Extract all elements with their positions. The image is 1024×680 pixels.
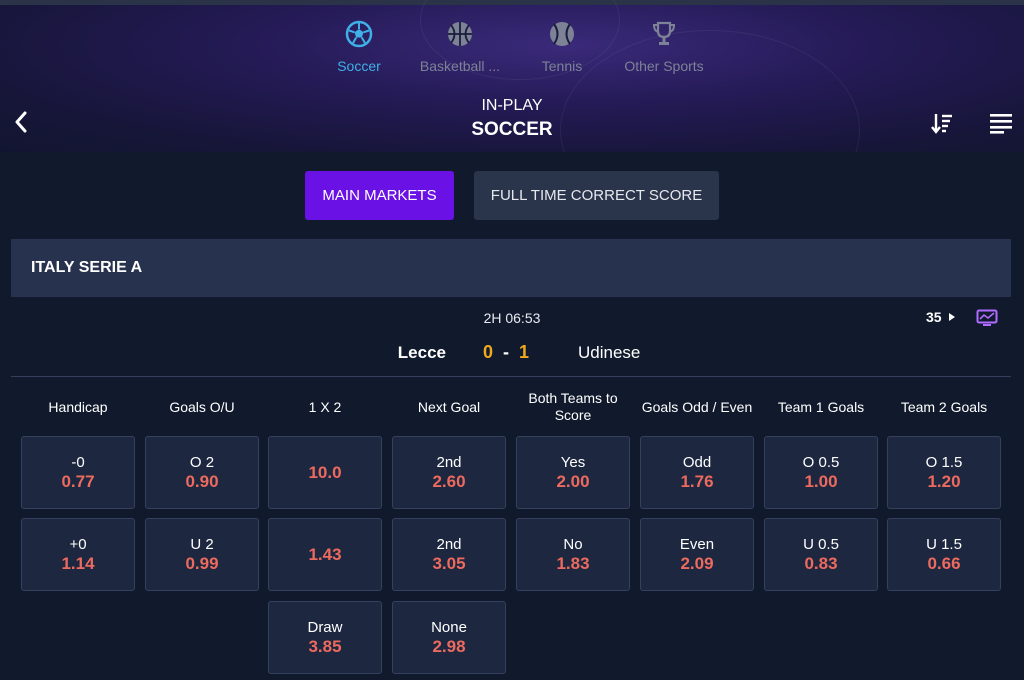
tab-other-sports-label: Other Sports — [624, 58, 704, 74]
sports-header: Soccer Basketball ... Tennis Other Sport… — [0, 0, 1024, 152]
odds-button[interactable]: -0 0.77 — [21, 436, 135, 509]
tab-basketball[interactable]: Basketball ... — [410, 20, 510, 74]
odds-button[interactable]: O 0.5 1.00 — [764, 436, 878, 509]
live-stream-icon[interactable] — [976, 309, 998, 326]
odds-value: 1.76 — [680, 471, 714, 491]
basketball-icon — [448, 22, 472, 46]
league-header[interactable]: ITALY SERIE A — [11, 239, 1011, 297]
odds-selection-label: O 1.5 — [925, 453, 963, 471]
odds-value: 2.60 — [432, 471, 466, 491]
market-header: Both Teams to Score — [528, 390, 618, 423]
odds-button[interactable]: 10.0 — [268, 436, 382, 509]
odds-button[interactable]: Even 2.09 — [640, 518, 754, 591]
tab-full-time-correct-score[interactable]: FULL TIME CORRECT SCORE — [474, 171, 719, 220]
tab-tennis[interactable]: Tennis — [512, 20, 612, 74]
odds-selection-label: 2nd — [436, 453, 462, 471]
market-header: Next Goal — [417, 398, 481, 415]
soccer-ball-icon — [345, 20, 373, 48]
odds-value: 3.85 — [308, 636, 342, 656]
odds-selection-label: +0 — [69, 535, 87, 553]
home-score: 0 — [483, 342, 494, 362]
score: 0 - 1 — [483, 342, 529, 363]
league-name: ITALY SERIE A — [31, 259, 143, 276]
odds-selection-label: U 2 — [190, 535, 214, 553]
divider — [11, 376, 1011, 377]
odds-value: 1.83 — [556, 553, 590, 573]
away-score: 1 — [519, 342, 530, 362]
trophy-icon — [652, 21, 676, 45]
odds-button[interactable]: Odd 1.76 — [640, 436, 754, 509]
odds-selection-label: O 2 — [189, 453, 215, 471]
page-title-text: SOCCER — [471, 119, 553, 140]
odds-value: 1.43 — [308, 544, 342, 564]
odds-value: 10.0 — [308, 462, 342, 482]
odds-selection-label: O 0.5 — [802, 453, 840, 471]
score-separator: - — [503, 342, 510, 362]
odds-selection-label: U 0.5 — [803, 535, 839, 553]
market-header: Team 1 Goals — [777, 398, 865, 415]
odds-value: 0.83 — [804, 553, 838, 573]
caret-right-icon — [948, 313, 955, 321]
odds-button[interactable]: +0 1.14 — [21, 518, 135, 591]
market-header: Goals O/U — [169, 398, 235, 415]
odds-button[interactable]: U 2 0.99 — [145, 518, 259, 591]
away-team: Udinese — [578, 343, 641, 362]
tab-basketball-label: Basketball ... — [419, 58, 501, 74]
odds-selection-label: 2nd — [436, 535, 462, 553]
odds-button[interactable]: U 1.5 0.66 — [887, 518, 1001, 591]
odds-button[interactable]: 2nd 3.05 — [392, 518, 506, 591]
odds-value: 0.90 — [185, 471, 219, 491]
odds-selection-label: No — [563, 535, 583, 553]
menu-icon[interactable] — [988, 112, 1014, 134]
more-markets-button[interactable]: 35 — [926, 309, 956, 325]
home-team: Lecce — [397, 343, 446, 362]
odds-selection-label: Even — [679, 535, 715, 553]
odds-selection-label: Odd — [682, 453, 712, 471]
odds-button[interactable]: U 0.5 0.83 — [764, 518, 878, 591]
match-time: 2H 06:53 — [483, 310, 541, 326]
market-header: Goals Odd / Even — [641, 398, 753, 415]
odds-value: 2.98 — [432, 636, 466, 656]
back-chevron-icon[interactable] — [10, 108, 32, 136]
odds-value: 0.99 — [185, 553, 219, 573]
tab-soccer-label: Soccer — [337, 58, 381, 74]
odds-button[interactable]: Draw 3.85 — [268, 601, 382, 674]
market-header: Handicap — [48, 398, 108, 415]
page-title: IN-PLAY SOCCER — [412, 97, 612, 141]
odds-button[interactable]: O 1.5 1.20 — [887, 436, 1001, 509]
odds-button[interactable]: 2nd 2.60 — [392, 436, 506, 509]
sport-tabs: Soccer Basketball ... Tennis Other Sport… — [0, 20, 1024, 80]
odds-button[interactable]: None 2.98 — [392, 601, 506, 674]
odds-value: 1.00 — [804, 471, 838, 491]
odds-value: 3.05 — [432, 553, 466, 573]
odds-value: 1.14 — [61, 553, 95, 573]
more-markets-count: 35 — [926, 309, 942, 325]
odds-button[interactable]: Yes 2.00 — [516, 436, 630, 509]
odds-value: 2.00 — [556, 471, 590, 491]
tab-soccer[interactable]: Soccer — [309, 20, 409, 74]
odds-value: 2.09 — [680, 553, 714, 573]
tab-other-sports[interactable]: Other Sports — [614, 20, 714, 74]
odds-selection-label: -0 — [71, 453, 85, 471]
odds-button[interactable]: O 2 0.90 — [145, 436, 259, 509]
market-header: 1 X 2 — [308, 398, 342, 415]
odds-button[interactable]: 1.43 — [268, 518, 382, 591]
odds-value: 0.66 — [927, 553, 961, 573]
odds-value: 1.20 — [927, 471, 961, 491]
odds-selection-label: None — [431, 618, 467, 636]
odds-button[interactable]: No 1.83 — [516, 518, 630, 591]
tab-tennis-label: Tennis — [541, 58, 583, 74]
odds-value: 0.77 — [61, 471, 95, 491]
odds-selection-label: U 1.5 — [926, 535, 962, 553]
tab-main-markets[interactable]: MAIN MARKETS — [305, 171, 454, 220]
page-subtitle: IN-PLAY — [481, 97, 543, 114]
market-header: Team 2 Goals — [900, 398, 988, 415]
sort-icon[interactable] — [930, 111, 954, 135]
tennis-ball-icon — [550, 22, 574, 46]
odds-selection-label: Draw — [307, 618, 343, 636]
odds-selection-label: Yes — [560, 453, 586, 471]
